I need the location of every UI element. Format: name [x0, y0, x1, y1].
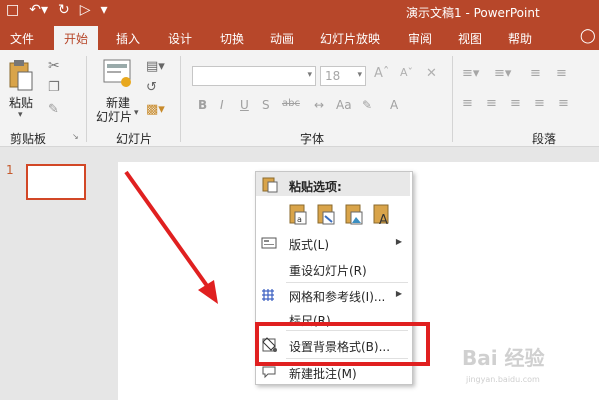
dialog-launcher-icon[interactable]: ↘ [72, 132, 79, 141]
reset-icon[interactable]: ↺ [146, 80, 157, 95]
format-painter-icon[interactable]: ✎ [48, 102, 59, 117]
baidu-watermark-url: jingyan.baidu.com [466, 375, 540, 384]
menu-item-label: 新建批注(M) [289, 367, 357, 381]
slide-thumbnail[interactable] [26, 164, 86, 200]
justify-icon[interactable]: ≡ [534, 96, 545, 111]
group-label-slides: 幻灯片 [116, 132, 153, 146]
menu-item-grid-guides[interactable]: 网格和参考线(I)... ▶ [256, 284, 410, 306]
title-bar: □ ↶▾ ↻ ▷ ▾ 演示文稿1 - PowerPoint [0, 0, 599, 24]
font-name-combo[interactable]: ▾ [192, 66, 316, 86]
ribbon-tabs: 文件 开始 插入 设计 切换 动画 幻灯片放映 审阅 视图 帮助 [0, 24, 599, 50]
group-separator [180, 56, 181, 142]
start-slideshow-icon[interactable]: ▷ [80, 2, 91, 18]
tab-slideshow[interactable]: 幻灯片放映 [320, 30, 380, 47]
menu-divider [286, 282, 408, 283]
decrease-indent-icon[interactable]: ≡ [530, 66, 541, 81]
menu-item-label: 版式(L) [289, 238, 330, 252]
slide-number: 1 [6, 163, 14, 177]
group-label-clipboard: 剪贴板 [10, 132, 47, 146]
numbering-icon[interactable]: ≡▾ [494, 66, 511, 81]
strikethrough-icon[interactable]: abc [282, 98, 300, 109]
tab-review[interactable]: 审阅 [408, 30, 432, 47]
paste-keep-source-formatting-icon[interactable] [316, 202, 336, 226]
new-slide-label-line2[interactable]: 幻灯片 [96, 108, 132, 125]
tab-insert[interactable]: 插入 [116, 30, 140, 47]
redo-icon[interactable]: ↻ [58, 2, 70, 18]
ribbon: 粘贴 ▾ ✂ ❐ ✎ 剪贴板 ↘ 新建 幻灯片 ▾ ▤▾ ↺ ▩▾ 幻灯片 ▾ … [0, 50, 599, 147]
italic-icon[interactable]: I [220, 98, 224, 112]
menu-item-label: 网格和参考线(I)... [289, 290, 386, 304]
underline-icon[interactable]: U [240, 98, 249, 112]
new-slide-icon[interactable] [102, 58, 134, 88]
paste-dropdown-icon[interactable]: ▾ [18, 110, 23, 120]
save-icon[interactable]: □ [6, 2, 19, 18]
tab-view[interactable]: 视图 [458, 30, 482, 47]
cut-icon[interactable]: ✂ [48, 58, 60, 74]
paste-options-title: 粘贴选项: [289, 180, 342, 194]
font-size-combo[interactable]: 18 ▾ [320, 66, 366, 86]
paste-icon[interactable] [8, 58, 34, 92]
font-size-value: 18 [325, 69, 341, 83]
paste-button-label[interactable]: 粘贴 [9, 94, 33, 111]
character-spacing-icon[interactable]: ↔ [314, 98, 324, 112]
columns-icon[interactable]: ≡ [558, 96, 569, 111]
clear-formatting-icon[interactable]: ✕ [426, 66, 437, 81]
lightbulb-icon[interactable]: ◯ [580, 28, 596, 44]
tab-design[interactable]: 设计 [168, 30, 192, 47]
group-label-font: 字体 [300, 132, 325, 146]
copy-icon[interactable]: ❐ [48, 80, 60, 95]
svg-text:a: a [297, 215, 302, 224]
grid-icon [262, 289, 274, 301]
annotation-highlight-box [255, 322, 430, 366]
bold-icon[interactable]: B [198, 98, 207, 112]
group-separator [452, 56, 453, 142]
tab-file[interactable]: 文件 [10, 30, 34, 47]
new-slide-dropdown-icon[interactable]: ▾ [134, 108, 139, 118]
annotation-arrow [124, 170, 218, 304]
paste-picture-icon[interactable] [344, 202, 364, 226]
section-icon[interactable]: ▩▾ [146, 102, 165, 117]
tab-transitions[interactable]: 切换 [220, 30, 244, 47]
baidu-watermark: Bai 经验 [462, 346, 545, 370]
customize-qat-icon[interactable]: ▾ [101, 2, 108, 18]
undo-icon[interactable]: ↶▾ [29, 2, 48, 18]
submenu-arrow-icon: ▶ [395, 289, 402, 298]
quick-access-toolbar: □ ↶▾ ↻ ▷ ▾ [6, 2, 108, 18]
paste-use-destination-theme-icon[interactable]: a [288, 202, 308, 226]
highlight-icon[interactable]: ✎ [362, 98, 372, 112]
paste-keep-text-only-icon[interactable]: A [372, 202, 392, 226]
submenu-arrow-icon: ▶ [395, 237, 402, 246]
chevron-down-icon: ▾ [357, 70, 362, 80]
align-center-icon[interactable]: ≡ [486, 96, 497, 111]
group-separator [86, 56, 87, 142]
paste-options-header: 粘贴选项: [256, 172, 410, 196]
chevron-down-icon: ▾ [307, 70, 312, 80]
grow-font-icon[interactable]: Aˆ [374, 66, 389, 81]
group-label-paragraph: 段落 [532, 132, 557, 146]
bullets-icon[interactable]: ≡▾ [462, 66, 479, 81]
change-case-icon[interactable]: Aa [336, 98, 352, 112]
align-left-icon[interactable]: ≡ [462, 96, 473, 111]
document-title: 演示文稿1 - PowerPoint [406, 6, 540, 20]
menu-item-layout[interactable]: 版式(L) ▶ [256, 232, 410, 254]
comment-icon [262, 366, 276, 379]
tab-home[interactable]: 开始 [54, 26, 99, 50]
tab-animations[interactable]: 动画 [270, 30, 294, 47]
shrink-font-icon[interactable]: Aˇ [400, 66, 413, 79]
layout-icon[interactable]: ▤▾ [146, 59, 165, 74]
align-right-icon[interactable]: ≡ [510, 96, 521, 111]
paste-icon [262, 177, 278, 193]
svg-text:A: A [379, 213, 388, 226]
tab-help[interactable]: 帮助 [508, 30, 532, 47]
layout-icon [261, 237, 277, 249]
menu-item-reset-slide[interactable]: 重设幻灯片(R) [256, 258, 410, 280]
shadow-icon[interactable]: S [262, 98, 270, 112]
font-color-icon[interactable]: A [390, 98, 398, 112]
increase-indent-icon[interactable]: ≡ [556, 66, 567, 81]
menu-item-label: 重设幻灯片(R) [289, 264, 367, 278]
